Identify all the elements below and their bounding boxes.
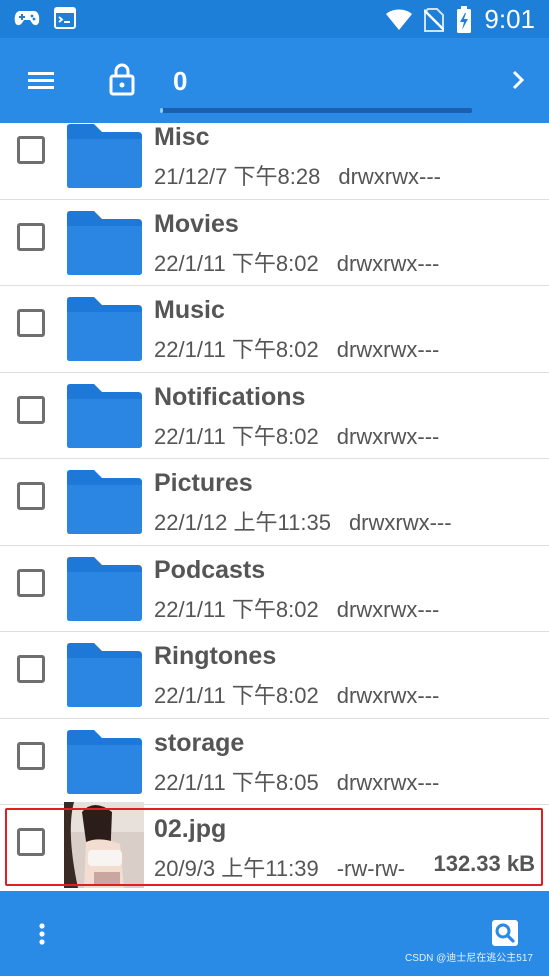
file-meta: 22/1/11 下午8:02 drwxrwx--- xyxy=(154,678,457,710)
file-meta: 22/1/11 下午8:02 drwxrwx--- xyxy=(154,246,457,278)
file-date: 22/1/12 上午11:35 xyxy=(154,510,331,535)
file-permissions: drwxrwx--- xyxy=(336,423,440,449)
file-date: 20/9/3 上午11:39 xyxy=(154,856,319,881)
file-size: 132.33 kB xyxy=(433,851,535,876)
row-checkbox[interactable] xyxy=(17,655,45,683)
file-row[interactable]: Podcasts 22/1/11 下午8:02 drwxrwx--- xyxy=(0,545,549,632)
file-row[interactable]: Movies 22/1/11 下午8:02 drwxrwx--- xyxy=(0,199,549,286)
file-row[interactable]: Misc 21/12/7 下午8:28 drwxrwx--- xyxy=(0,123,549,200)
row-checkbox[interactable] xyxy=(17,741,45,770)
app-toolbar: 0 xyxy=(0,38,549,123)
file-permissions: drwxrwx--- xyxy=(336,596,440,622)
file-name: Movies xyxy=(154,209,239,238)
file-name: Pictures xyxy=(154,469,253,497)
progress-fill xyxy=(160,108,164,113)
terminal-icon xyxy=(54,7,76,29)
file-permissions: drwxrwx--- xyxy=(336,250,440,276)
watermark: CSDN @迪士尼在逃公主517 xyxy=(405,953,533,964)
folder-icon xyxy=(67,210,142,275)
file-date: 22/1/11 下午8:02 xyxy=(154,596,319,622)
file-date: 22/1/11 下午8:02 xyxy=(154,423,319,449)
folder-icon xyxy=(67,729,142,794)
file-meta: 21/12/7 下午8:28 drwxrwx--- xyxy=(154,159,459,191)
file-name: Misc xyxy=(154,123,210,151)
file-name: Ringtones xyxy=(154,642,277,670)
row-checkbox[interactable] xyxy=(17,482,45,510)
folder-icon xyxy=(67,643,142,707)
battery-charging-icon xyxy=(457,5,472,33)
image-thumbnail xyxy=(64,802,144,888)
file-date: 22/1/11 下午8:02 xyxy=(154,683,319,708)
folder-icon xyxy=(67,383,142,448)
search-icon[interactable] xyxy=(491,919,519,947)
file-row[interactable]: Music 22/1/11 下午8:02 drwxrwx--- xyxy=(0,286,549,373)
file-permissions: -rw-rw- xyxy=(336,856,406,881)
file-meta: 22/1/11 下午8:02 drwxrwx--- xyxy=(154,419,457,451)
file-list[interactable]: Misc 21/12/7 下午8:28 drwxrwx--- Movies 22/1/1… xyxy=(0,123,549,891)
row-checkbox[interactable] xyxy=(17,568,45,597)
wifi-icon xyxy=(386,9,413,30)
path-breadcrumb[interactable]: 0 xyxy=(173,66,187,97)
file-permissions: drwxrwx--- xyxy=(336,769,440,795)
row-checkbox[interactable] xyxy=(17,828,45,856)
file-date: 22/1/11 下午8:02 xyxy=(154,337,319,362)
file-meta: 22/1/11 下午8:02 drwxrwx--- xyxy=(154,332,457,364)
file-name: Notifications xyxy=(154,382,306,411)
row-checkbox[interactable] xyxy=(17,222,45,251)
file-row[interactable]: Notifications 22/1/11 下午8:02 drwxrwx--- xyxy=(0,372,549,459)
file-date: 21/12/7 下午8:28 xyxy=(154,164,321,189)
bottom-bar: CSDN @迪士尼在逃公主517 xyxy=(0,891,549,976)
file-name: Music xyxy=(154,296,225,324)
file-permissions: drwxrwx--- xyxy=(338,164,441,189)
file-permissions: drwxrwx--- xyxy=(336,337,440,362)
file-date: 22/1/11 下午8:05 xyxy=(154,769,319,795)
file-row[interactable]: Ringtones 22/1/11 下午8:02 drwxrwx--- xyxy=(0,632,549,719)
chevron-right-icon[interactable] xyxy=(509,68,527,92)
file-permissions: drwxrwx--- xyxy=(348,510,452,535)
file-meta: 22/1/12 上午11:35 drwxrwx--- xyxy=(154,505,470,537)
file-name: 02.jpg xyxy=(154,815,227,843)
file-name: Podcasts xyxy=(154,555,266,584)
more-vert-icon[interactable] xyxy=(34,921,50,947)
file-meta: 22/1/11 下午8:05 drwxrwx--- xyxy=(154,765,457,797)
gamepad-icon xyxy=(14,11,40,26)
folder-icon xyxy=(67,297,142,361)
file-name: storage xyxy=(154,728,245,757)
file-meta: 20/9/3 上午11:39 -rw-rw- xyxy=(154,851,423,883)
row-checkbox[interactable] xyxy=(17,136,45,164)
file-permissions: drwxrwx--- xyxy=(336,683,440,708)
row-checkbox[interactable] xyxy=(17,395,45,424)
loading-progress-bar xyxy=(160,108,472,113)
menu-icon[interactable] xyxy=(26,68,58,94)
file-row[interactable]: storage 22/1/11 下午8:05 drwxrwx--- xyxy=(0,718,549,805)
lock-icon[interactable] xyxy=(108,62,136,96)
status-clock: 9:01 xyxy=(484,4,535,34)
no-sim-icon xyxy=(424,7,445,32)
file-meta: 22/1/11 下午8:02 drwxrwx--- xyxy=(154,592,457,624)
folder-icon xyxy=(67,470,142,534)
status-bar: 9:01 xyxy=(0,0,549,38)
file-row[interactable]: 02.jpg 20/9/3 上午11:39 -rw-rw- 132.33 kB xyxy=(0,802,549,891)
file-date: 22/1/11 下午8:02 xyxy=(154,250,319,276)
folder-icon xyxy=(67,556,142,621)
file-row[interactable]: Pictures 22/1/12 上午11:35 drwxrwx--- xyxy=(0,459,549,546)
folder-icon xyxy=(67,124,142,188)
row-checkbox[interactable] xyxy=(17,309,45,337)
